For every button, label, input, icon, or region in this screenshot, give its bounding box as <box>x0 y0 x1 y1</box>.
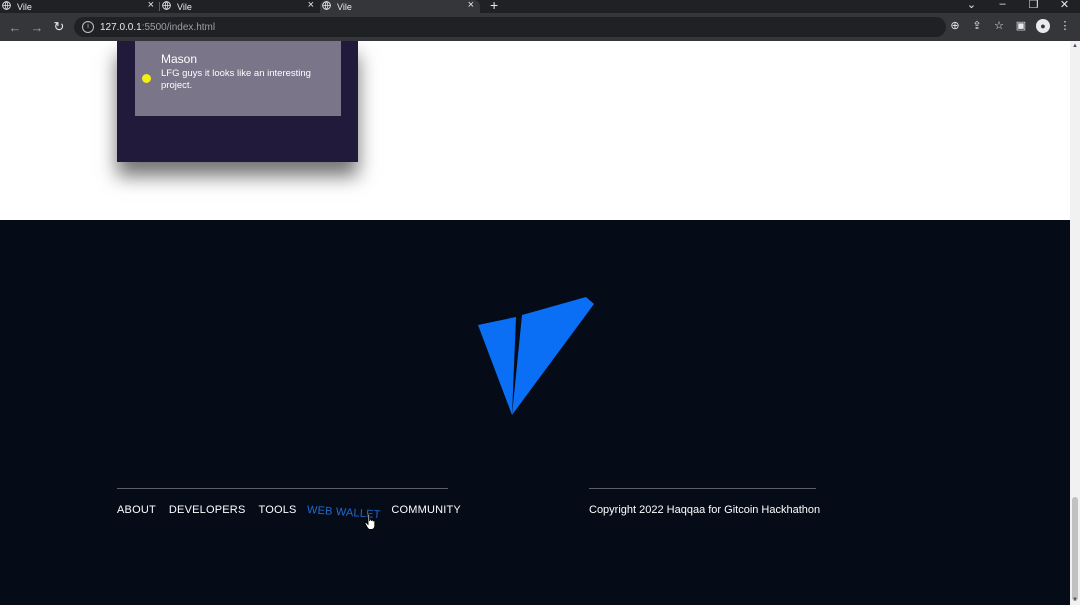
footer-divider <box>589 488 816 489</box>
back-icon[interactable]: ← <box>4 20 26 35</box>
side-panel-icon[interactable]: ▣ <box>1014 19 1028 33</box>
page-scrollbar[interactable]: ▲ ▼ <box>1070 41 1080 605</box>
comments-panel: Mason LFG guys it looks like an interest… <box>117 41 358 162</box>
footer-link-about[interactable]: ABOUT <box>117 504 156 516</box>
site-footer: ABOUT DEVELOPERS TOOLS WEB WALLET COMMUN… <box>0 220 1070 605</box>
address-bar[interactable]: i 127.0.0.1:5500/index.html <box>74 17 946 37</box>
footer-nav: ABOUT DEVELOPERS TOOLS WEB WALLET COMMUN… <box>117 504 461 521</box>
browser-toolbar: ← → ↻ i 127.0.0.1:5500/index.html ⊕ ⇪ ☆ … <box>0 13 1080 41</box>
globe-icon <box>322 1 331 10</box>
close-tab-icon[interactable]: × <box>308 0 314 11</box>
tab-title: Vile <box>17 1 32 12</box>
footer-link-tools[interactable]: TOOLS <box>259 504 297 516</box>
footer-divider <box>117 488 448 489</box>
tab-search-icon[interactable]: ⌄ <box>956 0 987 11</box>
menu-icon[interactable]: ⋮ <box>1058 19 1072 33</box>
globe-icon <box>2 1 11 10</box>
comment-author: Mason <box>161 52 198 66</box>
minimize-icon[interactable]: – <box>987 0 1018 11</box>
profile-icon[interactable]: ● <box>1036 19 1050 33</box>
comment-card: Mason LFG guys it looks like an interest… <box>135 41 341 116</box>
status-dot <box>142 74 151 83</box>
bookmark-star-icon[interactable]: ☆ <box>992 19 1006 33</box>
scrollbar-thumb[interactable] <box>1072 497 1078 601</box>
comment-text: LFG guys it looks like an interesting pr… <box>161 68 311 91</box>
scroll-up-icon[interactable]: ▲ <box>1072 43 1078 49</box>
scroll-down-icon[interactable]: ▼ <box>1072 597 1078 603</box>
close-tab-icon[interactable]: × <box>148 0 154 11</box>
footer-link-developers[interactable]: DEVELOPERS <box>169 504 246 516</box>
forward-icon[interactable]: → <box>26 20 48 35</box>
browser-tab-strip: Vile × Vile × Vile × + ⌄ – ❐ ✕ <box>0 0 1080 13</box>
toolbar-actions: ⊕ ⇪ ☆ ▣ ● ⋮ <box>948 19 1072 33</box>
browser-tab[interactable]: Vile × <box>0 0 160 13</box>
page-viewport: Mason LFG guys it looks like an interest… <box>0 41 1080 605</box>
browser-tab[interactable]: Vile × <box>160 0 320 13</box>
tab-title: Vile <box>177 1 192 12</box>
share-icon[interactable]: ⇪ <box>970 19 984 33</box>
reload-icon[interactable]: ↻ <box>48 19 70 35</box>
tab-title: Vile <box>337 1 352 12</box>
globe-icon <box>162 1 171 10</box>
close-window-icon[interactable]: ✕ <box>1049 0 1080 11</box>
close-tab-icon[interactable]: × <box>468 0 474 11</box>
footer-link-community[interactable]: COMMUNITY <box>391 504 461 516</box>
vite-logo-icon <box>478 297 594 415</box>
content-section: Mason LFG guys it looks like an interest… <box>0 41 1070 220</box>
browser-tab-active[interactable]: Vile × <box>320 0 480 13</box>
restore-icon[interactable]: ❐ <box>1018 0 1049 11</box>
hand-cursor-icon <box>364 513 376 530</box>
window-controls: ⌄ – ❐ ✕ <box>956 0 1080 11</box>
url-path: :5500/index.html <box>141 21 216 33</box>
copyright-text: Copyright 2022 Haqqaa for Gitcoin Hackha… <box>589 504 821 516</box>
url-host: 127.0.0.1 <box>100 21 142 33</box>
info-icon[interactable]: i <box>82 21 94 33</box>
zoom-icon[interactable]: ⊕ <box>948 19 962 33</box>
new-tab-icon[interactable]: + <box>490 0 498 13</box>
